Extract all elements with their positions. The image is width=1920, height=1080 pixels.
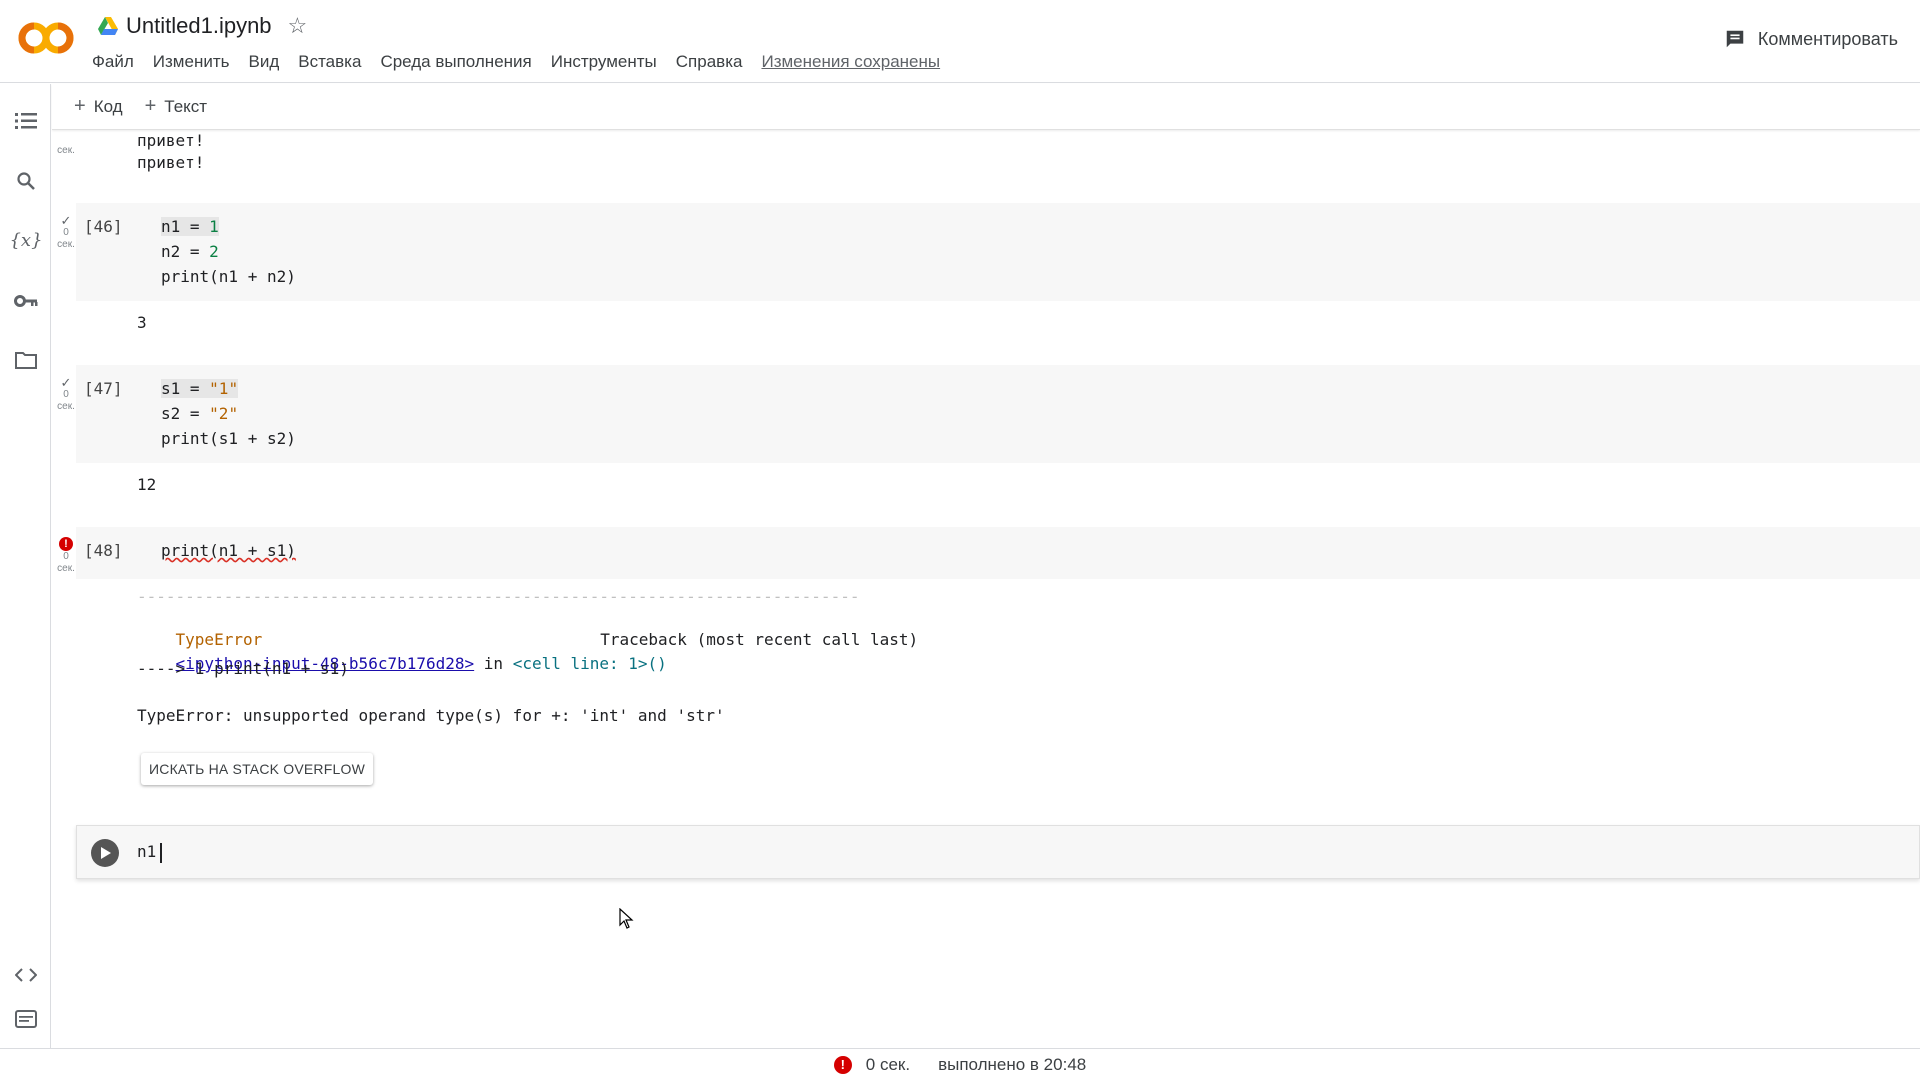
add-text-label: Текст [164,96,208,116]
active-code-cell[interactable]: n1 [76,825,1920,879]
code-line[interactable]: n2 = 2 [161,242,219,261]
code-line[interactable]: print(s1 + s2) [161,429,296,448]
execution-duration[interactable]: 0 сек. [866,1055,910,1075]
output-line: привет! [137,153,205,172]
variables-icon[interactable]: {x} [9,227,42,253]
add-text-button[interactable]: + Текст [145,95,208,118]
code-line[interactable]: n1 = 1 [161,217,219,236]
menu-view[interactable]: Вид [248,50,288,74]
traceback-separator: ----------------------------------------… [137,587,860,606]
menu-file[interactable]: Файл [92,50,143,74]
execution-count: [46] [84,217,123,236]
toc-icon[interactable] [13,108,39,134]
menu-insert[interactable]: Вставка [298,50,370,74]
code-line[interactable]: s1 = "1" [161,379,239,398]
menu-runtime[interactable]: Среда выполнения [380,50,540,74]
code-cell-47[interactable]: [47] s1 = "1" s2 = "2" print(s1 + s2) [76,365,1920,463]
star-icon[interactable]: ☆ [288,13,308,39]
key-icon[interactable] [13,288,39,314]
code-line[interactable]: s2 = "2" [161,404,238,423]
add-code-label: Код [93,96,123,116]
notebook-body[interactable]: сек. привет! привет! ✓ 0 сек. [46] n1 = … [52,131,1920,1048]
execution-count: [47] [84,379,123,398]
code-cell-46[interactable]: [46] n1 = 1 n2 = 2 print(n1 + n2) [76,203,1920,301]
stackoverflow-search-button[interactable]: ИСКАТЬ НА STACK OVERFLOW [141,753,373,785]
error-status-icon[interactable]: ! [833,1055,852,1074]
app-header: Untitled1.ipynb ☆ Файл Изменить Вид Вста… [0,0,1920,83]
error-icon: ! [59,537,73,551]
output-line: привет! [137,131,205,150]
comment-icon [1726,30,1744,48]
cell-ref: <cell line: 1>() [512,654,667,673]
menu-edit[interactable]: Изменить [153,50,239,74]
cell-46-output: 3 [137,313,147,332]
colab-logo[interactable] [18,18,74,58]
status-bar: ! 0 сек. выполнено в 20:48 [0,1048,1920,1080]
code-line[interactable]: print(n1 + s1) [161,541,296,560]
search-icon[interactable] [13,168,39,194]
play-icon [101,847,111,859]
execution-completed-time[interactable]: выполнено в 20:48 [938,1055,1086,1075]
cell-exec-time: сек. [52,145,80,157]
notebook-toolbar: + Код + Текст [52,84,1920,130]
traceback-arrow-line: ----> 1 print(n1 + s1) [137,659,349,678]
menu-help[interactable]: Справка [676,50,752,74]
code-line[interactable]: print(n1 + n2) [161,267,296,286]
comment-button[interactable]: Комментировать [1724,28,1898,50]
run-cell-button[interactable] [91,839,119,867]
notebook-title[interactable]: Untitled1.ipynb [126,13,272,39]
text-caret [160,842,163,863]
comment-label: Комментировать [1757,28,1898,49]
cell-input-text: n1 [137,842,157,861]
in-word: in [474,654,513,673]
time-unit: сек. [57,145,75,156]
code-cell-48[interactable]: [48] print(n1 + s1) [76,527,1920,579]
left-sidebar: {x} [0,84,51,1048]
folder-icon[interactable] [13,347,39,373]
drive-icon [98,17,118,35]
execution-count: [48] [84,541,123,560]
error-message: TypeError: unsupported operand type(s) f… [137,706,725,725]
code-snippets-icon[interactable] [13,962,39,988]
menu-tools[interactable]: Инструменты [551,50,666,74]
cell-input[interactable]: n1 [137,842,163,863]
save-status-link[interactable]: Изменения сохранены [761,52,940,72]
plus-icon: + [74,95,86,117]
menu-bar: Файл Изменить Вид Вставка Среда выполнен… [92,50,940,74]
add-code-button[interactable]: + Код [74,95,123,118]
terminal-icon[interactable] [13,1006,39,1032]
mouse-pointer-icon [619,908,634,929]
plus-icon: + [144,95,157,117]
cell-47-output: 12 [137,475,157,494]
